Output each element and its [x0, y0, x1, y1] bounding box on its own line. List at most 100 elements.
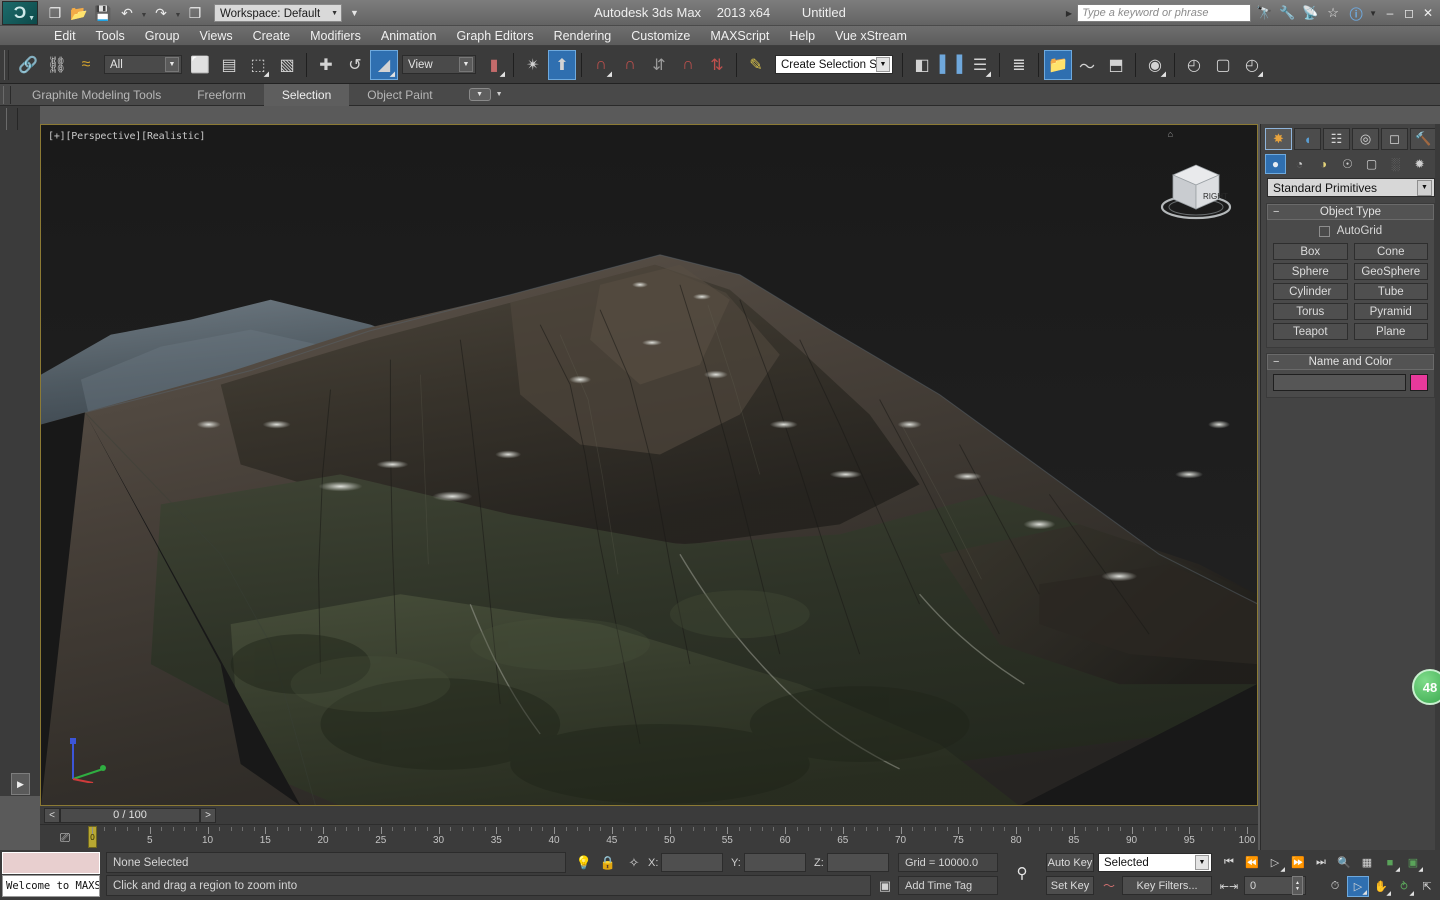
minimize-button[interactable]: – — [1382, 3, 1398, 23]
field-of-view-icon[interactable]: ◢▷ — [1347, 876, 1369, 897]
select-and-move-icon[interactable]: ✚ — [312, 50, 340, 80]
chevron-down-icon[interactable]: ▼ — [496, 91, 503, 98]
menu-graph-editors[interactable]: Graph Editors — [446, 26, 543, 46]
coord-x-field[interactable] — [661, 853, 723, 872]
align-icon[interactable]: ▌▐ — [937, 50, 965, 80]
window-crossing-icon[interactable]: ▧ — [273, 50, 301, 80]
search-binoculars-icon[interactable]: 🔭 — [1254, 3, 1274, 23]
menu-maxscript[interactable]: MAXScript — [700, 26, 779, 46]
help-dropdown-icon[interactable]: ▼ — [1369, 9, 1377, 18]
viewport-label[interactable]: [+][Perspective][Realistic] — [48, 131, 205, 142]
chevron-right-icon[interactable]: ▶ — [1066, 9, 1072, 18]
object-name-field[interactable] — [1273, 374, 1406, 391]
set-key-button[interactable]: Set Key — [1046, 876, 1094, 895]
geometry-icon[interactable]: ● — [1265, 154, 1286, 174]
menu-vue-xstream[interactable]: Vue xStream — [825, 26, 917, 46]
auto-key-button[interactable]: Auto Key — [1046, 853, 1094, 872]
name-and-color-rollout-header[interactable]: − Name and Color — [1267, 354, 1434, 370]
unlink-selection-icon[interactable]: ⛓ — [43, 50, 71, 80]
zoom-extents-all-icon[interactable]: ◢▣ — [1402, 852, 1424, 873]
cp-tab-motion[interactable]: ◎ — [1352, 128, 1379, 150]
ribbon-tab-graphite-modeling-tools[interactable]: Graphite Modeling Tools — [14, 84, 179, 106]
mirror-icon[interactable]: ◧ — [908, 50, 936, 80]
current-frame-display[interactable]: 0 / 100 — [60, 808, 200, 823]
render-production-icon[interactable]: ◢◴ — [1238, 50, 1266, 80]
create-torus-button[interactable]: Torus — [1273, 303, 1348, 320]
select-and-link-icon[interactable]: 🔗 — [14, 50, 42, 80]
restore-button[interactable]: ◻ — [1401, 3, 1417, 23]
play-animation-button[interactable]: ◢▷ — [1264, 852, 1286, 873]
go-to-end-button[interactable]: ⏭ — [1310, 852, 1332, 873]
animation-curve-icon[interactable]: 〜 — [1098, 876, 1120, 895]
left-toolbar-grip[interactable] — [6, 108, 18, 130]
menu-tools[interactable]: Tools — [86, 26, 135, 46]
bind-to-space-warp-icon[interactable]: ≈ — [72, 50, 100, 80]
view-cube[interactable]: RIGHT — [1153, 147, 1239, 227]
ribbon-tab-object-paint[interactable]: Object Paint — [349, 84, 450, 106]
maxscript-mini-listener[interactable] — [2, 852, 100, 874]
create-cylinder-button[interactable]: Cylinder — [1273, 283, 1348, 300]
key-mode-icon[interactable]: ⇤⇥ — [1218, 876, 1240, 897]
menu-edit[interactable]: Edit — [44, 26, 86, 46]
next-frame-arrow[interactable]: > — [200, 808, 216, 823]
new-file-icon[interactable]: ❐ — [44, 2, 66, 24]
toolbar-grip[interactable] — [4, 50, 9, 80]
pan-view-icon[interactable]: ◢✋ — [1370, 876, 1392, 897]
zoom-all-icon[interactable]: ▦ — [1356, 852, 1378, 873]
cameras-icon[interactable]: ☉ — [1337, 154, 1358, 174]
cp-tab-display[interactable]: ◻ — [1381, 128, 1408, 150]
home-view-icon[interactable]: ⌂ — [1168, 129, 1173, 139]
create-geosphere-button[interactable]: GeoSphere — [1354, 263, 1429, 280]
render-setup-icon[interactable]: ◴ — [1180, 50, 1208, 80]
schematic-view-icon[interactable]: ⬒ — [1102, 50, 1130, 80]
track-bar[interactable]: ⎚ 0 510152025303540455055606570758085909… — [40, 824, 1258, 850]
close-button[interactable]: ✕ — [1420, 3, 1436, 23]
redo-icon[interactable]: ↷ — [150, 2, 172, 24]
select-region-icon[interactable]: ◢⬚ — [244, 50, 272, 80]
key-filter-mode-combo[interactable]: Selected ▼ — [1098, 853, 1212, 872]
material-editor-icon[interactable]: ◢◉ — [1141, 50, 1169, 80]
autogrid-checkbox[interactable] — [1319, 226, 1330, 237]
key-mode-toggle-icon[interactable]: ⚲ — [1006, 860, 1038, 886]
create-sphere-button[interactable]: Sphere — [1273, 263, 1348, 280]
space-warps-icon[interactable]: ░ — [1385, 154, 1406, 174]
frame-spinner[interactable]: ▲▼ — [1292, 876, 1303, 895]
previous-frame-button[interactable]: ⏪ — [1241, 852, 1263, 873]
vue-xstream-status-badge[interactable]: 48 — [1412, 669, 1440, 705]
selection-filter-combo[interactable]: All ▼ — [104, 55, 182, 74]
maximize-viewport-icon[interactable]: ⇱ — [1416, 876, 1438, 897]
timeline-ruler[interactable]: 0 51015202530354045505560657075808590951… — [88, 825, 1258, 851]
scene-explorer-icon[interactable]: 📁 — [1044, 50, 1072, 80]
menu-animation[interactable]: Animation — [371, 26, 447, 46]
absolute-mode-transform-icon[interactable]: ✧ — [624, 853, 644, 873]
zoom-icon[interactable]: 🔍 — [1333, 852, 1355, 873]
perspective-viewport[interactable]: [+][Perspective][Realistic] ⌂ RIGHT — [40, 124, 1258, 806]
spinner-snap-icon[interactable]: ⇵ — [645, 50, 673, 80]
systems-icon[interactable]: ✹ — [1409, 154, 1430, 174]
shapes-icon[interactable]: ◔ — [1289, 154, 1310, 174]
create-teapot-button[interactable]: Teapot — [1273, 323, 1348, 340]
cp-tab-hierarchy[interactable]: ☷ — [1323, 128, 1350, 150]
workspace-selector[interactable]: Workspace: Default ▼ — [214, 4, 342, 22]
cp-tab-create[interactable]: ✸ — [1265, 128, 1292, 150]
zoom-extents-icon[interactable]: ◢■ — [1379, 852, 1401, 873]
isolate-selection-icon[interactable]: 💡 — [574, 853, 594, 873]
helpers-icon[interactable]: ▢ — [1361, 154, 1382, 174]
coord-y-field[interactable] — [744, 853, 806, 872]
use-center-flyout-icon[interactable]: ◢▮ — [480, 50, 508, 80]
satellite-dish-icon[interactable]: 📡 — [1300, 3, 1320, 23]
edit-named-selection-icon[interactable]: ✎ — [742, 50, 770, 80]
reference-coordinate-system-combo[interactable]: View ▼ — [402, 55, 476, 74]
create-pyramid-button[interactable]: Pyramid — [1354, 303, 1429, 320]
create-box-button[interactable]: Box — [1273, 243, 1348, 260]
lights-icon[interactable]: ◑ — [1313, 154, 1334, 174]
percent-snap-icon[interactable]: ∩ — [616, 50, 644, 80]
menu-group[interactable]: Group — [135, 26, 190, 46]
menu-create[interactable]: Create — [243, 26, 301, 46]
add-time-tag-button[interactable]: Add Time Tag — [898, 876, 998, 895]
menu-customize[interactable]: Customize — [621, 26, 700, 46]
select-by-name-icon[interactable]: ▤ — [215, 50, 243, 80]
cp-tab-modify[interactable]: ◖ — [1294, 128, 1321, 150]
search-input[interactable]: Type a keyword or phrase — [1077, 4, 1251, 22]
expand-panel-button[interactable]: ▶ — [11, 773, 30, 795]
